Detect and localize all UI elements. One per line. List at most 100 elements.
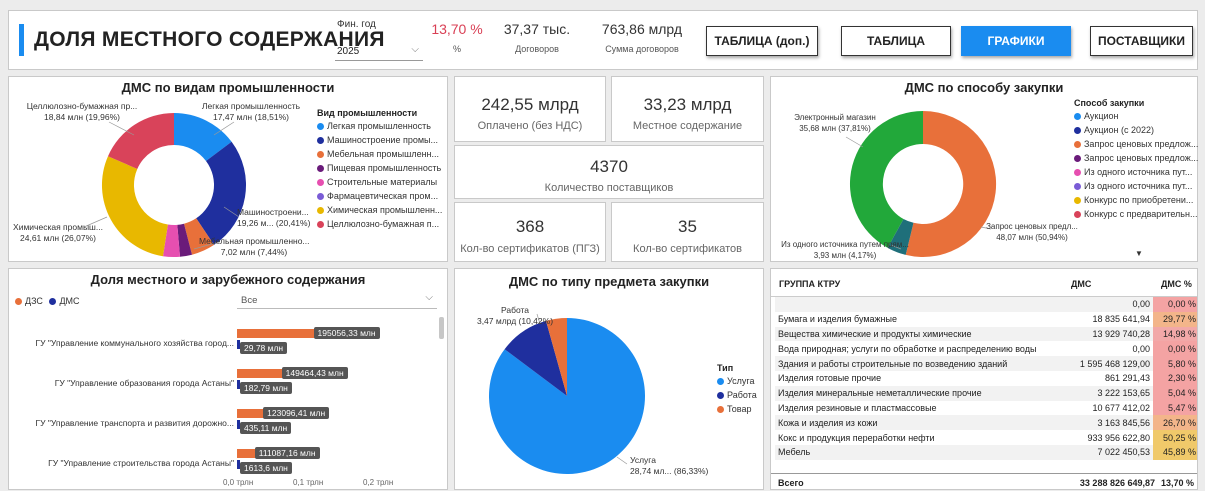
- industry-legend-item[interactable]: Фармацевтическая пром...: [317, 191, 442, 201]
- ktru-cell-dms: 933 956 622,80: [1087, 432, 1150, 443]
- donut-slice-chem[interactable]: [101, 156, 168, 257]
- kpi-suppliers: 4370 Количество поставщиков: [454, 145, 764, 199]
- method-legend-item[interactable]: Из одного источника пут...: [1074, 167, 1198, 177]
- type-legend-item[interactable]: Работа: [717, 390, 757, 400]
- ktru-header-group[interactable]: ГРУППА КТРУ: [779, 279, 840, 289]
- ktru-cell-dms-pct: 0,00 %: [1153, 341, 1197, 357]
- method-label-zcp-name: Запрос ценовых предл...: [986, 222, 1078, 231]
- type-label-work: Работа 3,47 млрд (10,42%): [467, 305, 563, 327]
- industry-legend-label: Мебельная промышленн...: [327, 149, 440, 159]
- industry-label-furniture-value: 7,02 млн (7,44%): [220, 247, 288, 257]
- industry-legend-item[interactable]: Машиностроение промы...: [317, 135, 442, 145]
- foreign-bar-dzs-label: 149464,43 млн: [281, 367, 348, 379]
- industry-legend-label: Химическая промышленн...: [327, 205, 443, 215]
- ktru-total-label: Всего: [778, 478, 804, 488]
- industry-legend-item[interactable]: Целлюлозно-бумажная п...: [317, 219, 442, 229]
- table-button[interactable]: ТАБЛИЦА: [841, 26, 951, 56]
- method-label-zcp: Запрос ценовых предл... 48,07 млн (50,94…: [983, 221, 1081, 243]
- type-label-service-value: 28,74 мл... (86,33%): [630, 466, 709, 476]
- ktru-cell-group: Изделия минеральные неметаллические проч…: [775, 385, 1065, 401]
- type-legend-item[interactable]: Услуга: [717, 376, 757, 386]
- kpi-certs-label: Кол-во сертификатов: [633, 243, 742, 255]
- method-legend-item[interactable]: Конкурс по приобретени...: [1074, 195, 1198, 205]
- legend-dot-icon: [317, 221, 324, 229]
- table-row[interactable]: Изделия готовые прочие 861 291,43 2,30 %: [775, 370, 1197, 386]
- contracts-count-label: Договоров: [515, 44, 559, 54]
- ktru-header-dms[interactable]: ДМС: [1071, 279, 1091, 289]
- table-row[interactable]: 0,00 0,00 %: [775, 297, 1197, 312]
- type-label-work-name: Работа: [500, 305, 530, 315]
- table-row[interactable]: Изделия минеральные неметаллические проч…: [775, 385, 1197, 401]
- legend-scroll-down-icon[interactable]: ▼: [1135, 249, 1143, 258]
- industry-legend-item[interactable]: Химическая промышленн...: [317, 205, 442, 215]
- industry-legend-item[interactable]: Строительные материалы: [317, 177, 442, 187]
- year-filter[interactable]: 2025 ⌵: [335, 41, 423, 61]
- industry-legend-label: Легкая промышленность: [327, 121, 431, 131]
- industry-label-chem-value: 24,61 млн (26,07%): [20, 233, 96, 243]
- share-percent-value: 13,70 %: [431, 21, 483, 37]
- table-row[interactable]: Мебель 7 022 450,53 45,89 %: [775, 444, 1197, 460]
- table-row[interactable]: Изделия резиновые и пластмассовые 10 677 …: [775, 400, 1197, 416]
- method-label-single-value: 3,93 млн (4,17%): [813, 251, 877, 260]
- industry-label-chem: Химическая промыш... 24,61 млн (26,07%): [13, 222, 103, 244]
- table-row[interactable]: Вода природная; услуги по обработке и ра…: [775, 341, 1197, 357]
- foreign-bar-dzs-label: 123096,41 млн: [263, 407, 330, 419]
- method-legend-item[interactable]: Аукцион (с 2022): [1074, 125, 1198, 135]
- ktru-cell-dms: 861 291,43: [1104, 373, 1150, 384]
- ktru-table-panel: ГРУППА КТРУ ДМС ДМС % 0,00 0,00 % Бумага и…: [770, 268, 1198, 490]
- industry-legend: Вид промышленности Легкая промышленность…: [317, 108, 442, 233]
- method-legend-label: Запрос ценовых предлож...: [1084, 139, 1199, 149]
- method-label-zcp-value: 48,07 млн (50,94%): [996, 233, 1068, 242]
- table-row[interactable]: Кожа и изделия из кожи 3 163 845,56 26,70 …: [775, 415, 1197, 431]
- table-row[interactable]: Вещества химические и продукты химически…: [775, 326, 1197, 342]
- industry-label-cellulose-name: Целлюлозно-бумажная пр...: [26, 101, 138, 111]
- kpi-suppliers-label: Количество поставщиков: [544, 182, 674, 194]
- ktru-cell-group: Кокс и продукция переработки нефти: [778, 432, 935, 443]
- ktru-table: 0,00 0,00 % Бумага и изделия бумажные 18 83…: [775, 297, 1197, 460]
- method-label-single: Из одного источника путем прям... 3,93 м…: [775, 239, 915, 261]
- industry-legend-item[interactable]: Пищевая промышленность: [317, 163, 442, 173]
- legend-dot-icon: [1074, 183, 1081, 191]
- ktru-cell-dms: 0,00: [1132, 343, 1150, 354]
- kpi-local-value: 33,23 млрд: [643, 95, 732, 114]
- charts-button[interactable]: ГРАФИКИ: [961, 26, 1071, 56]
- suppliers-button[interactable]: ПОСТАВЩИКИ: [1090, 26, 1193, 56]
- industry-label-light-name: Легкая промышленность: [201, 101, 301, 111]
- method-legend-label: Запрос ценовых предлож...: [1084, 153, 1199, 163]
- foreign-axis-tick: 0,1 трлн: [293, 478, 324, 487]
- type-legend-label: Услуга: [727, 376, 755, 386]
- ktru-header-dms-pct[interactable]: ДМС %: [1161, 279, 1192, 289]
- industry-legend-label: Фармацевтическая пром...: [327, 191, 439, 201]
- legend-dot-icon: [717, 378, 724, 386]
- industry-legend-label: Машиностроение промы...: [327, 135, 439, 145]
- ktru-cell-dms: 13 929 740,28: [1065, 326, 1153, 342]
- industry-label-machine-name: Машиностроени...: [237, 207, 309, 217]
- table-extra-button[interactable]: ТАБЛИЦА (доп.): [706, 26, 818, 56]
- industry-label-furniture: Мебельная промышленно... 7,02 млн (7,44%…: [199, 236, 310, 258]
- industry-label-chem-name: Химическая промыш...: [13, 222, 103, 232]
- table-row[interactable]: Кокс и продукция переработки нефти 933 95…: [775, 430, 1197, 445]
- type-legend-item[interactable]: Товар: [717, 404, 757, 414]
- legend-dot-icon: [317, 151, 324, 159]
- method-legend-item[interactable]: Конкурс с предварительн...: [1074, 209, 1198, 219]
- type-panel: ДМС по типу предмета закупки Работа 3,47…: [454, 268, 764, 490]
- table-row[interactable]: Бумага и изделия бумажные 18 835 641,94 29…: [775, 311, 1197, 327]
- foreign-axis-tick: 0,2 трлн: [363, 478, 394, 487]
- kpi-local: 33,23 млрд Местное содержание: [611, 76, 764, 142]
- foreign-bar-dms-label: 435,11 млн: [240, 422, 292, 434]
- method-legend-item[interactable]: Запрос ценовых предлож...: [1074, 153, 1198, 163]
- foreign-row-name: ГУ "Управление образования города Астаны…: [54, 378, 234, 388]
- method-legend-item[interactable]: Аукцион: [1074, 111, 1198, 121]
- ktru-cell-group: Бумага и изделия бумажные: [778, 314, 897, 325]
- chevron-down-icon: ⌵: [411, 44, 419, 55]
- industry-legend-item[interactable]: Легкая промышленность: [317, 121, 442, 131]
- method-legend-item[interactable]: Из одного источника пут...: [1074, 181, 1198, 191]
- industry-label-cellulose: Целлюлозно-бумажная пр... 18,84 млн (19,…: [17, 101, 147, 123]
- table-row[interactable]: Здания и работы строительные по возведен…: [775, 356, 1197, 371]
- share-percent-label: %: [452, 44, 461, 54]
- type-legend-label: Работа: [727, 390, 757, 400]
- kpi-local-label: Местное содержание: [632, 120, 743, 132]
- industry-legend-item[interactable]: Мебельная промышленн...: [317, 149, 442, 159]
- legend-dot-icon: [1074, 169, 1081, 177]
- method-legend-item[interactable]: Запрос ценовых предлож...: [1074, 139, 1198, 149]
